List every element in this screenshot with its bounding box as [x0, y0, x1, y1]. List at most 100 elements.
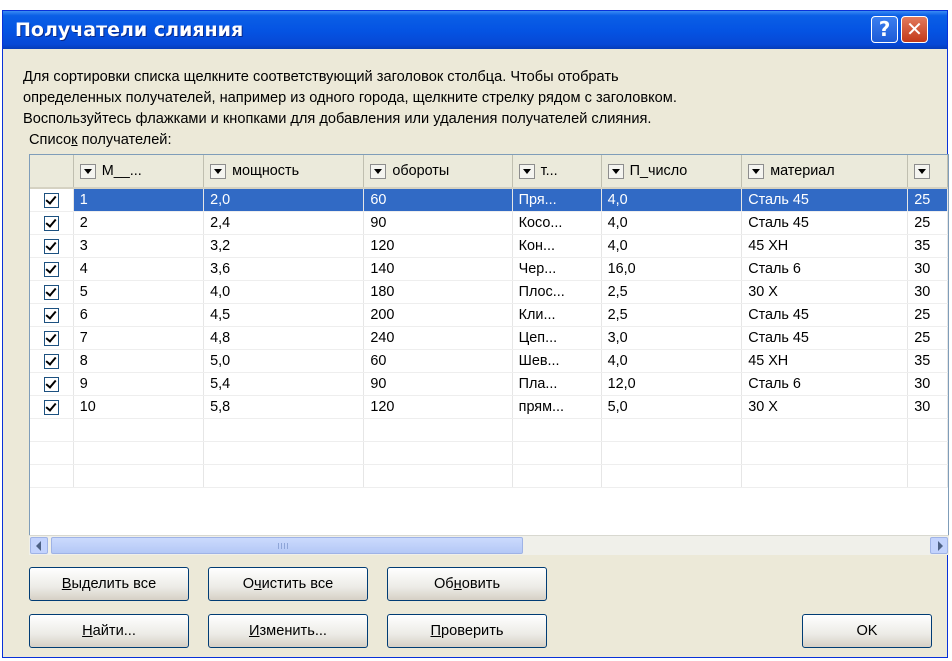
table-cell: 5,0: [601, 395, 743, 419]
clear-all-button[interactable]: Очистить все: [208, 567, 368, 601]
scroll-left-icon[interactable]: [30, 537, 48, 554]
dropdown-arrow-icon[interactable]: [518, 163, 535, 179]
table-cell: Сталь 45: [741, 188, 909, 212]
table-row[interactable]: 6 4,5 200 Кли... 2,5 Сталь 45 25: [30, 303, 948, 327]
empty-cell: [363, 418, 513, 442]
empty-cell: [30, 464, 74, 488]
table-row[interactable]: 8 5,0 60 Шев... 4,0 45 ХН 35: [30, 349, 948, 373]
table-cell: 3,0: [601, 326, 743, 350]
column-header[interactable]: т...: [512, 155, 602, 189]
table-row[interactable]: 5 4,0 180 Плос... 2,5 30 Х 30: [30, 280, 948, 304]
recipient-checkbox[interactable]: [43, 376, 59, 392]
recipient-checkbox[interactable]: [43, 261, 59, 277]
table-cell: 3,2: [203, 234, 365, 258]
horizontal-scrollbar[interactable]: [29, 535, 949, 555]
mail-merge-recipients-dialog: Получатели слияния ? ✕ Для сортировки сп…: [2, 10, 949, 658]
empty-row: [30, 418, 948, 442]
table-row[interactable]: 3 3,2 120 Кон... 4,0 45 ХН 35: [30, 234, 948, 258]
empty-cell: [741, 418, 909, 442]
recipient-list[interactable]: М__... мощность обороты т... П_число мат…: [29, 154, 949, 555]
recipient-checkbox[interactable]: [43, 330, 59, 346]
row-checkbox-cell: [30, 372, 74, 396]
empty-cell: [512, 441, 602, 465]
table-cell: 2,0: [203, 188, 365, 212]
table-cell: 140: [363, 257, 513, 281]
table-cell: 120: [363, 234, 513, 258]
edit-button[interactable]: Изменить...: [208, 614, 368, 648]
select-all-button[interactable]: Выделить все: [29, 567, 189, 601]
ok-button[interactable]: OK: [802, 614, 932, 648]
find-button[interactable]: Найти...: [29, 614, 189, 648]
empty-cell: [601, 418, 743, 442]
refresh-button[interactable]: Обновить: [387, 567, 547, 601]
table-cell: 10: [73, 395, 205, 419]
table-cell: 4,8: [203, 326, 365, 350]
dropdown-arrow-icon[interactable]: [914, 163, 931, 179]
recipient-checkbox[interactable]: [43, 307, 59, 323]
dropdown-arrow-icon[interactable]: [370, 163, 387, 179]
table-cell: Кли...: [512, 303, 602, 327]
table-cell: 45 ХН: [741, 234, 909, 258]
scroll-right-icon[interactable]: [930, 537, 948, 554]
table-cell: 5,0: [203, 349, 365, 373]
empty-cell: [907, 441, 948, 465]
table-cell: Чер...: [512, 257, 602, 281]
table-cell: 7: [73, 326, 205, 350]
column-header[interactable]: мощность: [203, 155, 365, 189]
table-row[interactable]: 2 2,4 90 Косо... 4,0 Сталь 45 25: [30, 211, 948, 235]
table-cell: Цеп...: [512, 326, 602, 350]
column-header[interactable]: [907, 155, 948, 189]
scrollbar-thumb[interactable]: [51, 537, 523, 554]
table-cell: 1: [73, 188, 205, 212]
dropdown-arrow-icon[interactable]: [607, 163, 624, 179]
title-bar[interactable]: Получатели слияния ? ✕: [3, 11, 947, 49]
dropdown-arrow-icon[interactable]: [748, 163, 765, 179]
empty-cell: [30, 418, 74, 442]
table-row[interactable]: 7 4,8 240 Цеп... 3,0 Сталь 45 25: [30, 326, 948, 350]
validate-button[interactable]: Проверить: [387, 614, 547, 648]
row-checkbox-cell: [30, 303, 74, 327]
empty-cell: [512, 418, 602, 442]
recipient-checkbox[interactable]: [43, 238, 59, 254]
table-row[interactable]: 9 5,4 90 Пла... 12,0 Сталь 6 30: [30, 372, 948, 396]
close-button[interactable]: ✕: [901, 16, 928, 43]
recipient-checkbox[interactable]: [43, 215, 59, 231]
table-row[interactable]: 10 5,8 120 прям... 5,0 30 Х 30: [30, 395, 948, 419]
table-cell: Плос...: [512, 280, 602, 304]
table-cell: 4,0: [601, 211, 743, 235]
empty-cell: [203, 418, 365, 442]
dropdown-arrow-icon[interactable]: [79, 163, 96, 179]
empty-cell: [363, 441, 513, 465]
empty-cell: [907, 418, 948, 442]
recipient-checkbox[interactable]: [43, 353, 59, 369]
dropdown-arrow-icon[interactable]: [210, 163, 227, 179]
help-button[interactable]: ?: [871, 16, 898, 43]
table-cell: 4,0: [203, 280, 365, 304]
column-header[interactable]: П_число: [601, 155, 743, 189]
recipient-checkbox[interactable]: [43, 399, 59, 415]
table-cell: 240: [363, 326, 513, 350]
empty-cell: [203, 464, 365, 488]
table-cell: 3,6: [203, 257, 365, 281]
header-checkbox-column: [30, 155, 74, 189]
close-icon: ✕: [906, 17, 923, 41]
empty-cell: [601, 464, 743, 488]
column-header[interactable]: М__...: [73, 155, 205, 189]
table-cell: 25: [907, 188, 948, 212]
recipient-checkbox[interactable]: [43, 192, 59, 208]
table-cell: 30: [907, 257, 948, 281]
column-header[interactable]: обороты: [363, 155, 513, 189]
window-title: Получатели слияния: [15, 19, 244, 41]
row-checkbox-cell: [30, 234, 74, 258]
table-cell: 4,0: [601, 349, 743, 373]
table-cell: 35: [907, 234, 948, 258]
header-row: М__... мощность обороты т... П_число мат…: [30, 155, 948, 189]
table-row[interactable]: 4 3,6 140 Чер... 16,0 Сталь 6 30: [30, 257, 948, 281]
column-header[interactable]: материал: [741, 155, 909, 189]
table-row[interactable]: 1 2,0 60 Пря... 4,0 Сталь 45 25: [30, 188, 948, 212]
empty-row: [30, 464, 948, 488]
table-cell: 60: [363, 349, 513, 373]
recipient-checkbox[interactable]: [43, 284, 59, 300]
table-cell: 2,4: [203, 211, 365, 235]
row-checkbox-cell: [30, 326, 74, 350]
